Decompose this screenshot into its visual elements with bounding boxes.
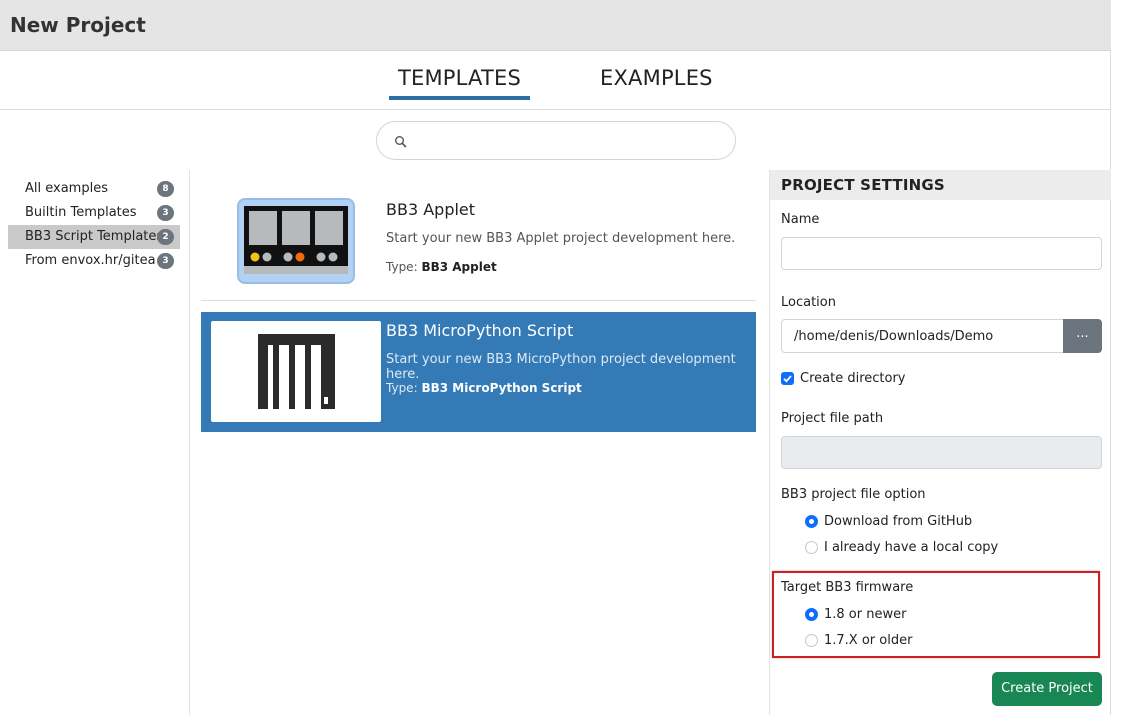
template-title: BB3 Applet	[386, 200, 476, 219]
tab-bar: TEMPLATES EXAMPLES	[0, 51, 1111, 110]
sidebar-item-envox-gitea[interactable]: From envox.hr/gitea 3	[8, 249, 180, 273]
sidebar-item-builtin-templates[interactable]: Builtin Templates 3	[8, 201, 180, 225]
micropython-logo	[211, 321, 381, 422]
project-settings-heading: PROJECT SETTINGS	[770, 170, 1111, 200]
local-copy-radio[interactable]	[805, 541, 818, 554]
tab-examples[interactable]: EXAMPLES	[600, 66, 713, 90]
create-directory-checkbox[interactable]	[781, 372, 794, 385]
template-type-label: Type:	[386, 381, 418, 395]
name-label: Name	[781, 212, 820, 227]
download-github-label: Download from GitHub	[824, 514, 973, 529]
sidebar-item-all-examples[interactable]: All examples 8	[8, 177, 180, 201]
firmware-1-8-label: 1.8 or newer	[824, 607, 907, 622]
template-description: Start your new BB3 Applet project develo…	[386, 231, 736, 246]
search-input[interactable]	[376, 121, 736, 160]
window-header: New Project	[0, 0, 1111, 51]
sidebar-item-label: All examples	[25, 181, 108, 196]
sidebar-item-label: From envox.hr/gitea	[25, 253, 156, 268]
search-icon	[394, 134, 408, 148]
location-label: Location	[781, 295, 836, 310]
bb3-applet-thumbnail	[237, 198, 355, 284]
create-directory-label: Create directory	[800, 371, 906, 386]
firmware-label: Target BB3 firmware	[781, 580, 914, 595]
create-project-button[interactable]: Create Project	[992, 672, 1102, 706]
count-badge: 8	[157, 181, 174, 197]
template-title: BB3 MicroPython Script	[386, 321, 574, 340]
template-type-label: Type:	[386, 260, 418, 274]
local-copy-label: I already have a local copy	[824, 540, 999, 555]
firmware-1-7-radio[interactable]	[805, 634, 818, 647]
file-option-label: BB3 project file option	[781, 487, 926, 502]
sidebar-item-label: BB3 Script Templates	[25, 229, 164, 244]
firmware-1-7-label: 1.7.X or older	[824, 633, 913, 648]
project-file-path-label: Project file path	[781, 411, 884, 426]
name-field[interactable]	[781, 237, 1102, 270]
right-border	[1110, 51, 1111, 715]
template-type: Type: BB3 MicroPython Script	[386, 381, 582, 395]
project-file-path-field	[781, 436, 1102, 469]
window-title: New Project	[10, 13, 146, 37]
sidebar-item-bb3-script-templates[interactable]: BB3 Script Templates 2	[8, 225, 180, 249]
download-github-radio[interactable]	[805, 515, 818, 528]
template-type: Type: BB3 Applet	[386, 260, 497, 274]
template-description: Start your new BB3 MicroPython project d…	[386, 352, 736, 382]
count-badge: 3	[157, 205, 174, 221]
template-list: BB3 Applet Start your new BB3 Applet pro…	[190, 170, 768, 715]
sidebar: All examples 8 Builtin Templates 3 BB3 S…	[0, 170, 190, 715]
template-type-value: BB3 MicroPython Script	[421, 381, 582, 395]
project-settings-panel: PROJECT SETTINGS Name Location /home/den…	[769, 170, 1111, 715]
count-badge: 2	[157, 229, 174, 245]
browse-button[interactable]: ...	[1063, 319, 1102, 353]
template-card-bb3-micropython[interactable]: BB3 MicroPython Script Start your new BB…	[201, 312, 756, 432]
count-badge: 3	[157, 253, 174, 269]
tab-templates[interactable]: TEMPLATES	[389, 66, 530, 100]
firmware-1-8-radio[interactable]	[805, 608, 818, 621]
location-field[interactable]: /home/denis/Downloads/Demo	[781, 319, 1064, 353]
sidebar-item-label: Builtin Templates	[25, 205, 137, 220]
right-gap	[1111, 0, 1122, 715]
template-card-bb3-applet[interactable]: BB3 Applet Start your new BB3 Applet pro…	[201, 181, 756, 301]
template-type-value: BB3 Applet	[421, 260, 497, 274]
